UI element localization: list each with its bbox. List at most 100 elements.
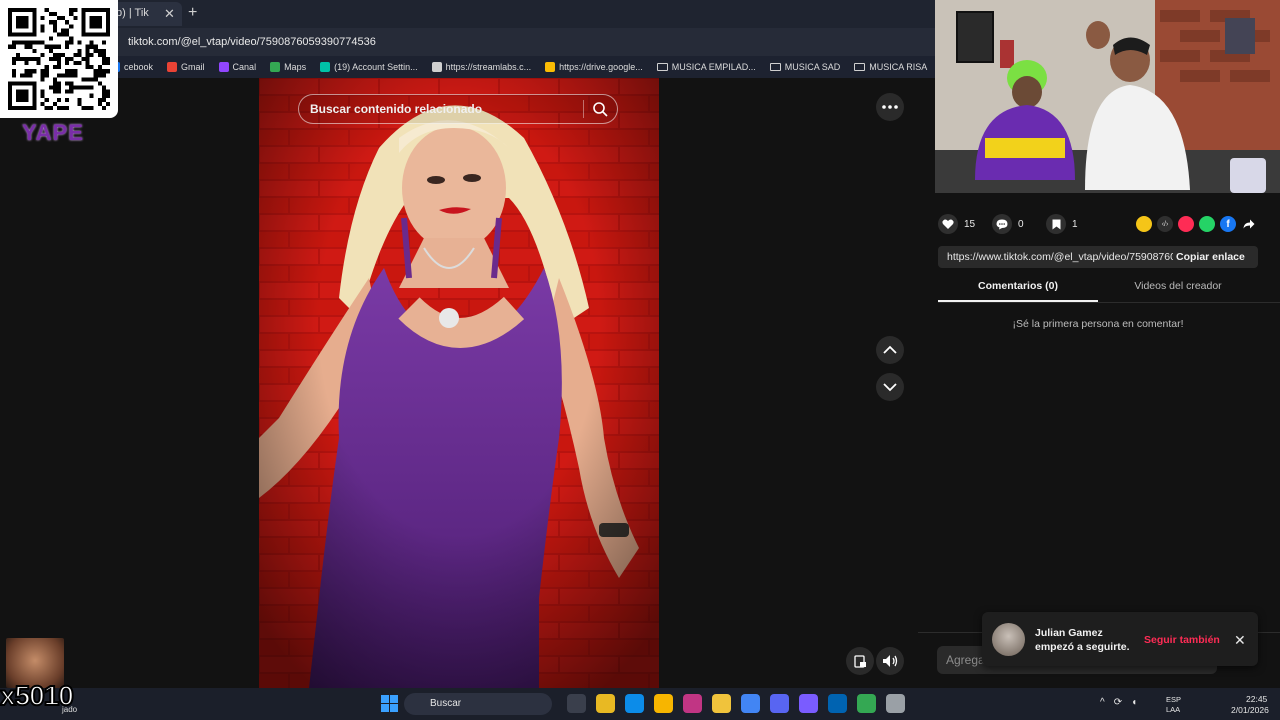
taskbar-app-icon[interactable] [712, 694, 731, 713]
qr-code-image [8, 8, 110, 110]
bookmark-label: https://streamlabs.c... [445, 62, 532, 72]
taskbar-app-icon[interactable] [596, 694, 615, 713]
folder-icon [769, 63, 781, 71]
taskbar-app-icon[interactable] [683, 694, 702, 713]
clock-time[interactable]: 22:45 [1246, 694, 1267, 704]
bookmark-item[interactable]: MUSICA RISA [854, 62, 927, 72]
webcam-overlay [935, 0, 1280, 193]
bookmark-item[interactable]: https://drive.google... [545, 62, 643, 72]
bookmark-label: https://drive.google... [559, 62, 643, 72]
site-icon [545, 62, 556, 72]
save-button[interactable] [1046, 214, 1066, 234]
tab-comments[interactable]: Comentarios (0) [938, 280, 1098, 302]
yape-label: YAPE [22, 120, 84, 145]
search-placeholder: Buscar contenido relacionado [310, 102, 483, 116]
bookmark-item[interactable]: https://streamlabs.c... [431, 62, 532, 72]
heart-icon [942, 219, 954, 229]
bookmark-item[interactable]: Maps [270, 62, 306, 72]
embed-icon[interactable]: ‹/› [1157, 216, 1173, 232]
next-video-button[interactable] [876, 373, 904, 401]
tab-title: p) | Tik [116, 7, 149, 19]
like-count: 15 [964, 218, 976, 230]
bookmark-item[interactable]: MUSICA EMPILAD... [656, 62, 756, 72]
action-bar: 15 0 1 [938, 214, 1094, 234]
notification-name: Julian Gamez [1035, 627, 1103, 639]
site-icon [167, 62, 178, 72]
folder-icon [854, 63, 866, 71]
like-button[interactable] [938, 214, 958, 234]
tab-close-icon[interactable]: ✕ [164, 6, 175, 22]
follow-back-button[interactable]: Seguir también [1144, 634, 1220, 646]
taskbar-app-icon[interactable] [799, 694, 818, 713]
bookmark-label: Canal [232, 62, 257, 72]
taskbar-app-icon[interactable] [741, 694, 760, 713]
ellipsis-icon [882, 105, 898, 109]
bookmark-item[interactable]: MUSICA SAD [769, 62, 841, 72]
taskbar-search-label: Buscar [430, 698, 462, 709]
folder-icon [656, 63, 668, 71]
taskbar-app-icon[interactable] [828, 694, 847, 713]
language-code[interactable]: ESP [1166, 695, 1181, 704]
share-arrow-icon[interactable] [1241, 216, 1257, 232]
chevron-down-icon [883, 383, 897, 392]
windows-start-icon[interactable] [380, 694, 399, 713]
sync-icon[interactable]: ⟳ [1114, 697, 1122, 708]
chevron-up-icon [883, 345, 897, 354]
taskbar-app-icon[interactable] [770, 694, 789, 713]
search-divider [583, 100, 584, 118]
url-text[interactable]: tiktok.com/@el_vtap/video/75908760593907… [128, 36, 376, 48]
bookmark-label: MUSICA SAD [784, 62, 841, 72]
facebook-icon[interactable]: f [1220, 216, 1236, 232]
site-icon [270, 62, 281, 72]
bookmark-label: cebook [124, 62, 154, 72]
bookmark-item[interactable]: (19) Account Settin... [320, 62, 418, 72]
site-icon [218, 62, 229, 72]
tab-divider [938, 302, 1280, 303]
taskbar-app-icon[interactable] [567, 694, 586, 713]
close-icon[interactable]: ✕ [1234, 632, 1246, 649]
video-link[interactable]: https://www.tiktok.com/@el_vtap/video/75… [947, 251, 1173, 263]
share-icons: ‹/› f [1136, 216, 1257, 232]
chevron-up-icon[interactable]: ^ [1100, 697, 1105, 708]
comment-icon [996, 219, 1008, 229]
volume-button[interactable] [876, 647, 904, 675]
send-icon[interactable] [1178, 216, 1194, 232]
copy-link-button[interactable]: Copiar enlace [1176, 251, 1245, 263]
bookmark-item[interactable]: Gmail [167, 62, 205, 72]
save-count: 1 [1072, 218, 1078, 230]
bookmark-label: MUSICA EMPILAD... [671, 62, 756, 72]
bookmarks-bar: cebook Gmail Canal Maps (19) Account Settin.… [0, 56, 935, 78]
taskbar-app-icon[interactable] [857, 694, 876, 713]
notification-text: empezó a seguirte. [1035, 641, 1130, 653]
video-frame [259, 78, 659, 688]
comment-count: 0 [1018, 218, 1024, 230]
taskbar-app-icon[interactable] [654, 694, 673, 713]
qr-code [0, 0, 118, 118]
pip-icon [853, 654, 866, 668]
keyboard-layout[interactable]: LAA [1166, 705, 1180, 714]
comment-button[interactable] [992, 214, 1012, 234]
tab-creator-videos[interactable]: Videos del creador [1098, 280, 1258, 302]
taskbar-app-icon[interactable] [886, 694, 905, 713]
coin-icon[interactable] [1136, 216, 1152, 232]
webcam-image [935, 0, 1280, 193]
microphone-icon[interactable]: ◖ [1131, 697, 1137, 708]
bookmark-label: Maps [284, 62, 307, 72]
clock-date[interactable]: 2/01/2026 [1231, 705, 1269, 715]
bookmark-item[interactable]: Canal [218, 62, 257, 72]
avatar[interactable] [992, 623, 1025, 656]
previous-video-button[interactable] [876, 336, 904, 364]
bookmark-label: MUSICA RISA [869, 62, 928, 72]
pip-button[interactable] [846, 647, 874, 675]
bookmark-label: (19) Account Settin... [334, 62, 418, 72]
new-tab-icon[interactable]: + [188, 4, 197, 22]
site-icon [431, 62, 442, 72]
video-player[interactable] [259, 78, 659, 688]
taskbar-app-icon[interactable] [625, 694, 644, 713]
empty-comments-text: ¡Sé la primera persona en comentar! [1012, 318, 1184, 330]
search-icon[interactable] [592, 101, 608, 122]
site-icon [320, 62, 331, 72]
counter-overlay: x5010 [0, 679, 75, 712]
whatsapp-icon[interactable] [1199, 216, 1215, 232]
more-options-button[interactable] [876, 93, 904, 121]
